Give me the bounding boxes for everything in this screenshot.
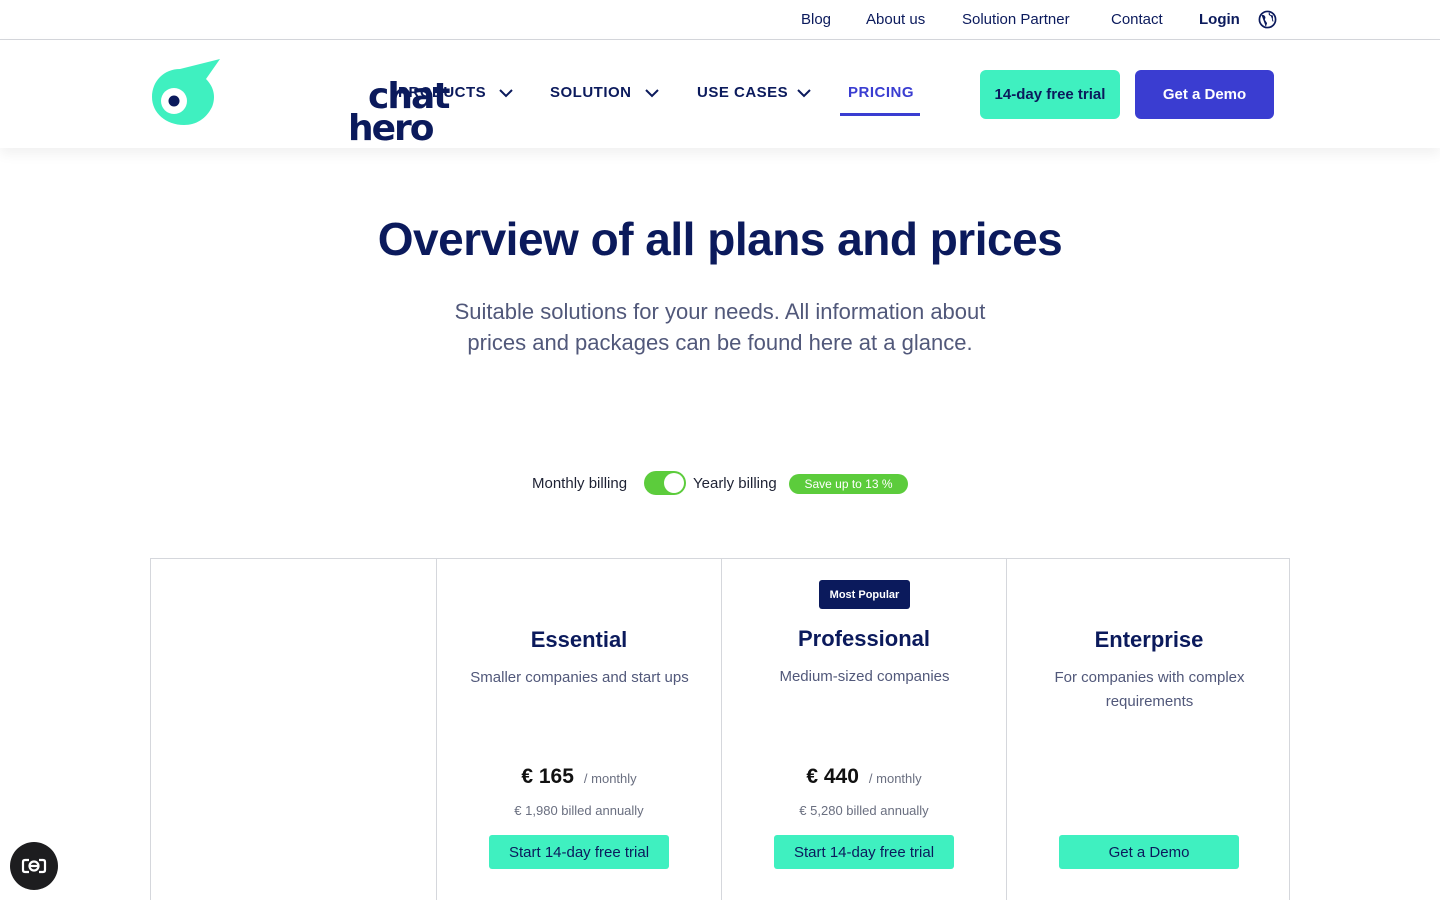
billing-toggle[interactable] xyxy=(644,471,686,495)
blog-link[interactable]: Blog xyxy=(801,11,831,28)
chevron-down-icon[interactable] xyxy=(645,88,659,98)
nav-pricing[interactable]: PRICING xyxy=(848,84,914,101)
start-trial-button[interactable]: Start 14-day free trial xyxy=(489,835,669,869)
plan-description: Smaller companies and start ups xyxy=(470,669,689,686)
yearly-billing-label[interactable]: Yearly billing xyxy=(693,475,777,492)
contact-link[interactable]: Contact xyxy=(1111,11,1163,28)
about-us-link[interactable]: About us xyxy=(866,11,925,28)
plan-enterprise: Enterprise For companies with complex re… xyxy=(1006,559,1291,900)
most-popular-badge: Most Popular xyxy=(819,580,910,609)
start-trial-button[interactable]: Start 14-day free trial xyxy=(774,835,954,869)
plan-price: € 440 xyxy=(806,765,859,788)
plan-name: Enterprise xyxy=(1094,627,1204,652)
plan-description: For companies with complex requirements xyxy=(1054,669,1245,710)
plan-price: € 165 xyxy=(521,765,574,788)
plan-name: Essential xyxy=(530,627,628,652)
nav-products[interactable]: PRODUCTS xyxy=(398,84,486,101)
price-row: € 440 / monthly xyxy=(722,765,1006,789)
price-period: / monthly xyxy=(868,771,922,786)
free-trial-button[interactable]: 14-day free trial xyxy=(980,70,1120,119)
main-header: chat hero PRODUCTS SOLUTION USE CASES PR… xyxy=(0,40,1440,148)
page-subtitle: Suitable solutions for your needs. All i… xyxy=(454,299,986,355)
plan-professional: Most Popular Professional Medium-sized c… xyxy=(721,559,1006,900)
price-period: / monthly xyxy=(583,771,637,786)
login-link[interactable]: Login xyxy=(1199,11,1240,28)
chevron-down-icon[interactable] xyxy=(797,88,811,98)
nav-solution[interactable]: SOLUTION xyxy=(550,84,632,101)
solution-partner-link[interactable]: Solution Partner xyxy=(962,11,1070,28)
billed-annually: € 1,980 billed annually xyxy=(514,803,644,818)
plan-name: Professional xyxy=(797,626,931,651)
toggle-knob xyxy=(664,473,684,493)
plan-essential: Essential Smaller companies and start up… xyxy=(436,559,721,900)
save-badge: Save up to 13 % xyxy=(789,474,908,494)
chat-widget-icon xyxy=(21,858,47,874)
nav-active-underline xyxy=(840,113,920,116)
pricing-table: Essential Smaller companies and start up… xyxy=(150,558,1290,900)
chevron-down-icon[interactable] xyxy=(499,88,513,98)
globe-icon[interactable] xyxy=(1258,10,1277,29)
utility-bar: Blog About us Solution Partner Contact L… xyxy=(0,0,1440,40)
page-title: Overview of all plans and prices xyxy=(377,213,1063,265)
chathero-logo-mark xyxy=(152,59,220,125)
nav-use-cases[interactable]: USE CASES xyxy=(697,84,788,101)
plan-description: Medium-sized companies xyxy=(779,668,950,685)
get-demo-plan-button[interactable]: Get a Demo xyxy=(1059,835,1239,869)
billed-annually: € 5,280 billed annually xyxy=(799,803,929,818)
get-demo-button[interactable]: Get a Demo xyxy=(1135,70,1274,119)
price-row: € 165 / monthly xyxy=(437,765,721,789)
chathero-logo[interactable]: chat hero xyxy=(150,59,450,147)
chat-widget-button[interactable] xyxy=(10,842,58,890)
feature-label-column xyxy=(151,559,436,900)
monthly-billing-label[interactable]: Monthly billing xyxy=(532,475,627,492)
